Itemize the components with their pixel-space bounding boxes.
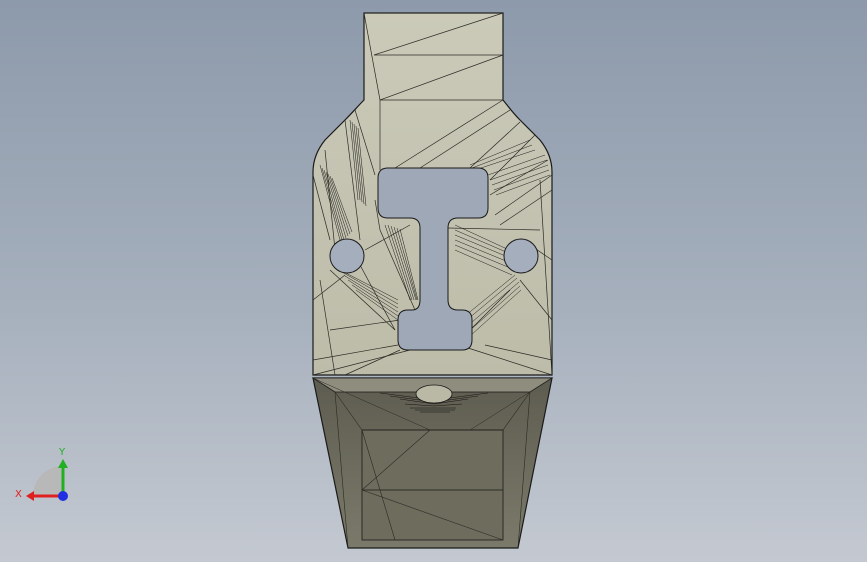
triad-xy-plane bbox=[33, 466, 63, 496]
left-bolt-hole bbox=[329, 238, 365, 274]
right-bolt-hole bbox=[503, 238, 539, 274]
triad-z-axis-dot bbox=[58, 491, 68, 501]
part-lower-body[interactable] bbox=[311, 377, 554, 549]
triad-x-label: X bbox=[15, 489, 22, 500]
orientation-triad[interactable]: X Y bbox=[15, 447, 68, 501]
triad-y-arrowhead bbox=[58, 459, 68, 468]
triad-y-label: Y bbox=[58, 447, 66, 458]
triad-x-arrowhead bbox=[26, 491, 34, 501]
graphics-viewport[interactable]: X Y bbox=[0, 0, 867, 562]
center-boss bbox=[415, 384, 453, 404]
